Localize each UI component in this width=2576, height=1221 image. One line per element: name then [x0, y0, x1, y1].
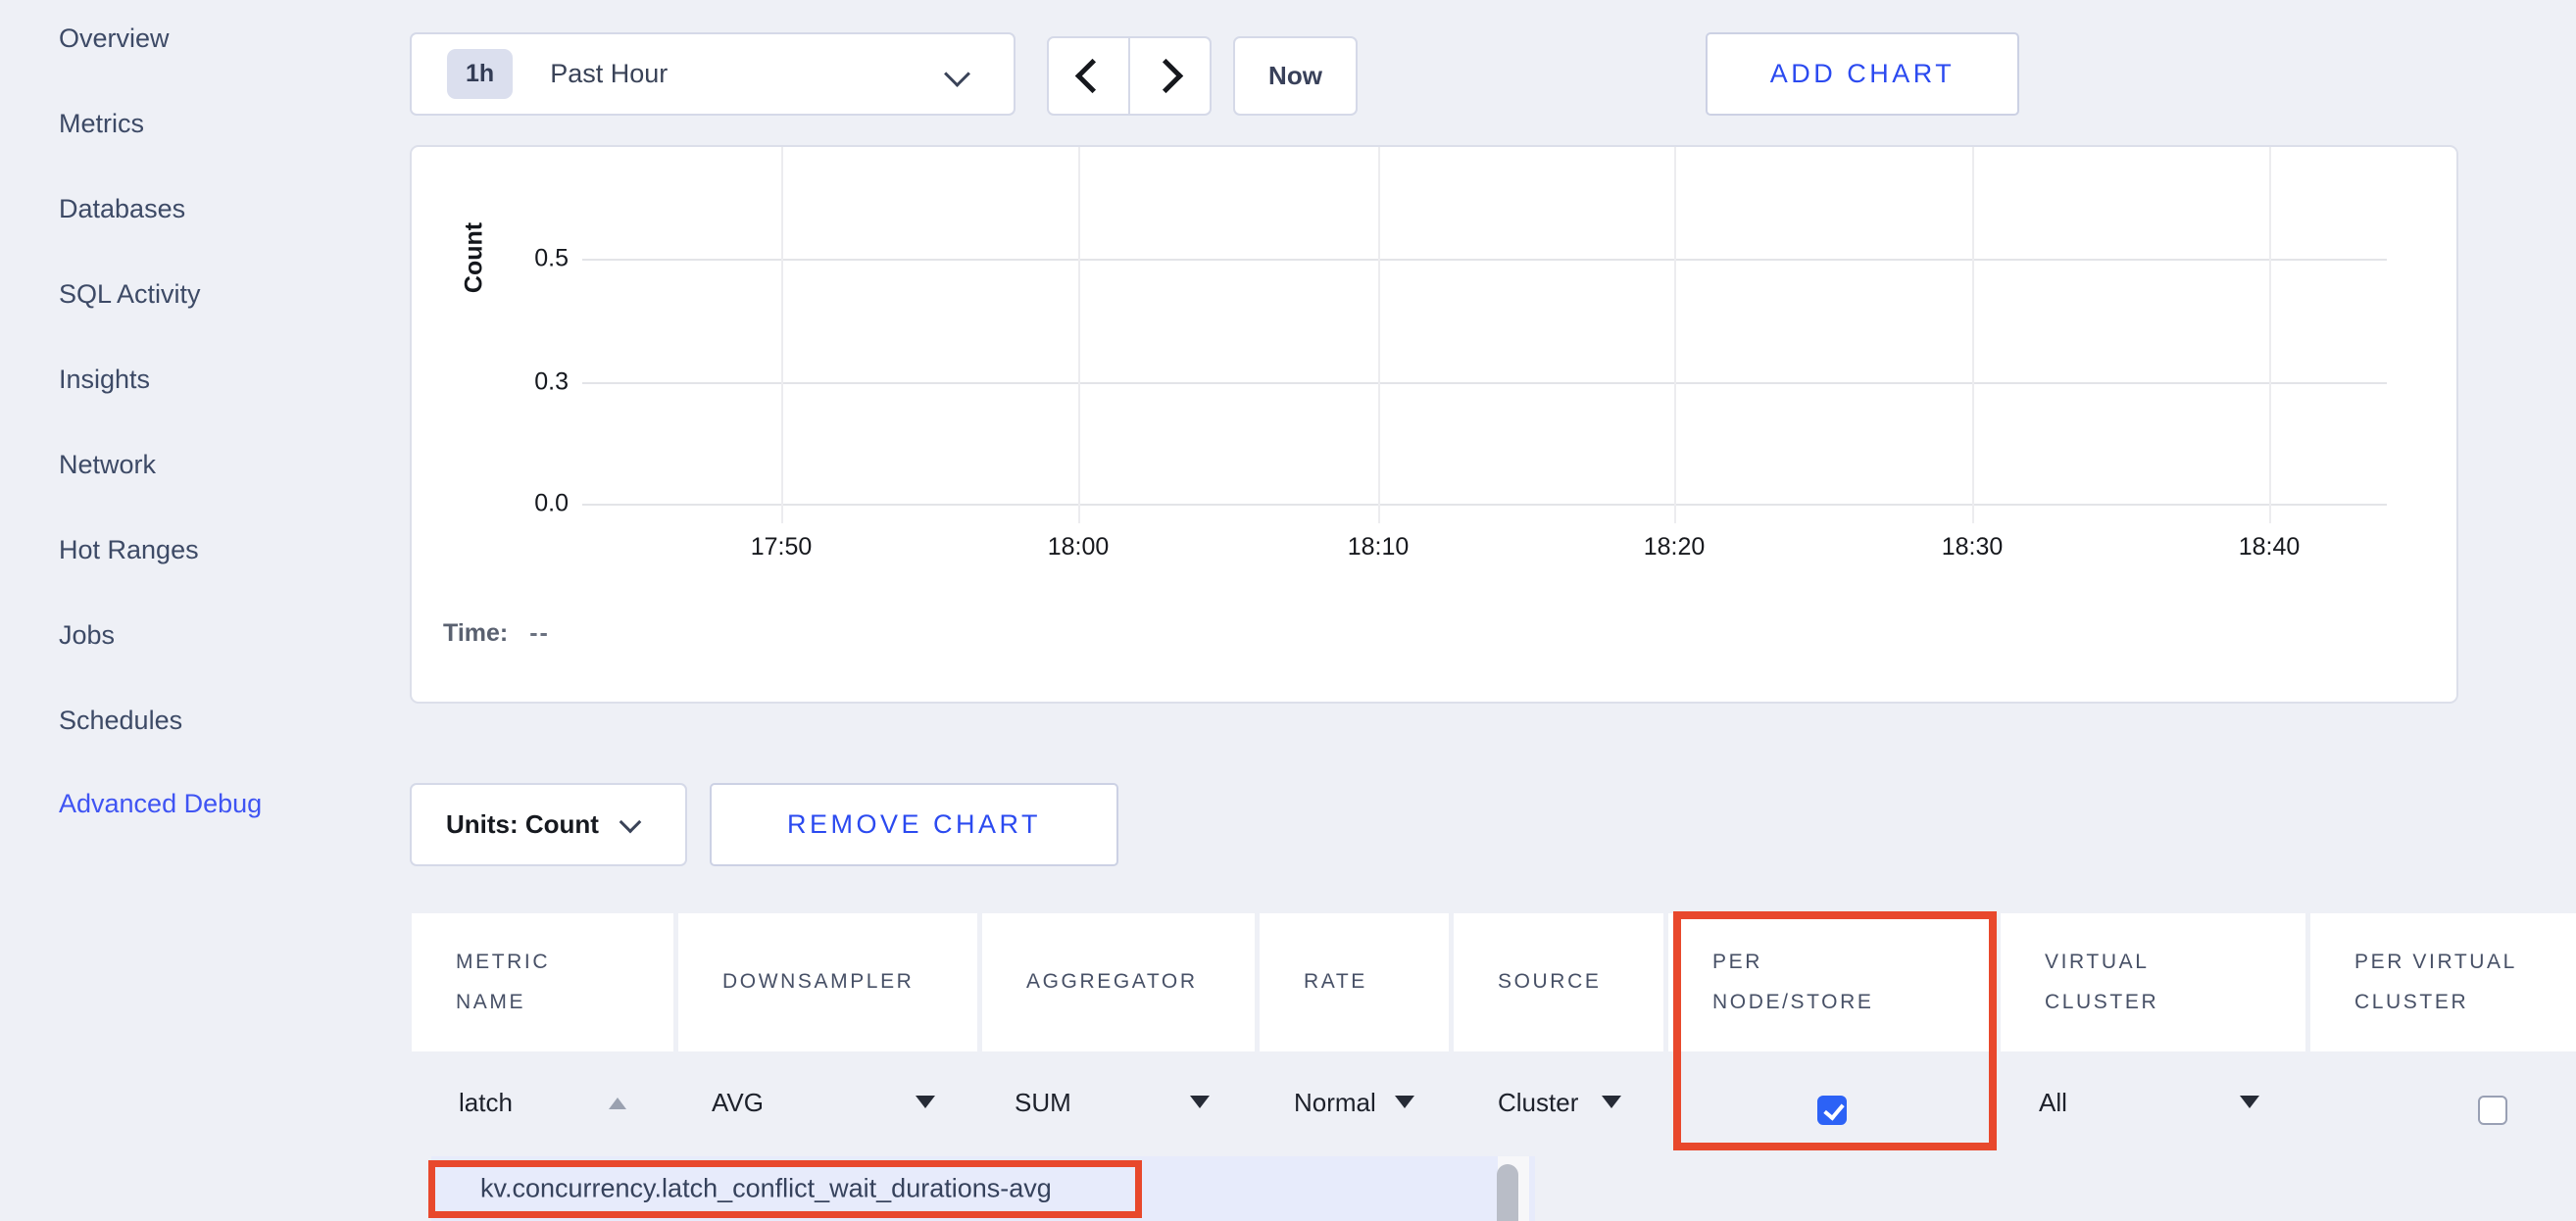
- y-tick-label: 0.3: [496, 368, 569, 397]
- rate-value: Normal: [1294, 1088, 1376, 1118]
- h-gridline: [582, 504, 2387, 506]
- per-node-store-checkbox[interactable]: [1817, 1096, 1847, 1125]
- now-button[interactable]: Now: [1233, 36, 1358, 116]
- units-dropdown[interactable]: Units: Count: [410, 783, 687, 866]
- hover-time-readout: Time: --: [443, 619, 550, 648]
- sidebar-item-schedules[interactable]: Schedules: [59, 706, 182, 736]
- caret-down-icon[interactable]: [1395, 1096, 1414, 1108]
- hover-time-label: Time:: [443, 619, 508, 647]
- dropdown-scrollbar-track[interactable]: [1498, 1156, 1529, 1221]
- chevron-right-icon: [1149, 59, 1183, 93]
- source-select[interactable]: Cluster: [1498, 1088, 1578, 1118]
- h-gridline: [582, 382, 2387, 384]
- y-tick-label: 0.0: [496, 490, 569, 518]
- y-tick-label: 0.5: [496, 245, 569, 273]
- remove-chart-button[interactable]: REMOVE CHART: [710, 783, 1118, 866]
- chevron-down-icon: [944, 61, 970, 87]
- metric-name-combobox[interactable]: latch: [459, 1088, 513, 1118]
- x-tick-label: 18:00: [1048, 533, 1110, 562]
- caret-up-icon[interactable]: [609, 1098, 626, 1109]
- x-tick-label: 18:30: [1942, 533, 2004, 562]
- caret-down-icon[interactable]: [1190, 1096, 1210, 1108]
- v-gridline: [1378, 147, 1380, 523]
- x-tick-label: 18:20: [1644, 533, 1706, 562]
- sidebar-item-metrics[interactable]: Metrics: [59, 109, 144, 139]
- sidebar-item-databases[interactable]: Databases: [59, 194, 185, 224]
- metric-name-value: latch: [459, 1088, 513, 1118]
- virtual-cluster-select[interactable]: All: [2039, 1088, 2067, 1118]
- col-header-source: SOURCE: [1454, 913, 1663, 1051]
- aggregator-value: SUM: [1015, 1088, 1071, 1118]
- next-time-window-button[interactable]: [1128, 36, 1212, 116]
- aggregator-select[interactable]: SUM: [1015, 1088, 1071, 1118]
- metric-suggestion-dropdown: kv.concurrency.latch_conflict_wait_durat…: [431, 1156, 1535, 1221]
- sidebar-item-insights[interactable]: Insights: [59, 365, 150, 395]
- add-chart-button[interactable]: ADD CHART: [1706, 32, 2019, 116]
- per-virtual-cluster-checkbox[interactable]: [2478, 1096, 2507, 1125]
- col-header-rate: RATE: [1260, 913, 1449, 1051]
- x-tick-label: 17:50: [751, 533, 813, 562]
- dropdown-scrollbar-thumb[interactable]: [1497, 1164, 1518, 1221]
- chevron-down-icon: [619, 810, 642, 833]
- sidebar-item-jobs[interactable]: Jobs: [59, 620, 115, 651]
- rate-select[interactable]: Normal: [1294, 1088, 1376, 1118]
- source-value: Cluster: [1498, 1088, 1578, 1118]
- col-header-per-node-store: PER NODE/STORE: [1668, 913, 1996, 1051]
- advanced-debug-custom-chart-page: Overview Metrics Databases SQL Activity …: [0, 0, 2576, 1221]
- sidebar-item-sql-activity[interactable]: SQL Activity: [59, 279, 201, 310]
- sidebar-item-network[interactable]: Network: [59, 450, 156, 480]
- col-header-per-virtual-cluster: PER VIRTUAL CLUSTER: [2310, 913, 2576, 1051]
- col-header-aggregator: AGGREGATOR: [982, 913, 1255, 1051]
- previous-time-window-button[interactable]: [1047, 36, 1130, 116]
- y-axis-label: Count: [461, 222, 489, 293]
- chevron-left-icon: [1075, 59, 1110, 93]
- x-tick-label: 18:10: [1348, 533, 1410, 562]
- col-header-downsampler: DOWNSAMPLER: [678, 913, 977, 1051]
- v-gridline: [1674, 147, 1676, 523]
- downsampler-value: AVG: [712, 1088, 764, 1118]
- time-range-selector[interactable]: 1h Past Hour: [410, 32, 1016, 116]
- custom-chart-panel[interactable]: Count 0.5 0.3 0.0 17:50 18:00 18:10 18:2…: [410, 145, 2458, 704]
- virtual-cluster-value: All: [2039, 1088, 2067, 1118]
- caret-down-icon[interactable]: [916, 1096, 935, 1108]
- time-range-label: Past Hour: [550, 59, 668, 89]
- sidebar-item-advanced-debug[interactable]: Advanced Debug: [59, 789, 262, 819]
- v-gridline: [1972, 147, 1974, 523]
- metric-suggestion-item[interactable]: kv.concurrency.latch_conflict_wait_durat…: [480, 1174, 1052, 1204]
- h-gridline: [582, 259, 2387, 261]
- col-header-virtual-cluster: VIRTUAL CLUSTER: [2001, 913, 2305, 1051]
- caret-down-icon[interactable]: [2240, 1096, 2259, 1108]
- v-gridline: [781, 147, 783, 523]
- v-gridline: [1078, 147, 1080, 523]
- time-window-pager: [1047, 36, 1212, 116]
- sidebar-item-overview[interactable]: Overview: [59, 24, 170, 54]
- x-tick-label: 18:40: [2239, 533, 2301, 562]
- units-dropdown-label: Units: Count: [446, 809, 599, 840]
- col-header-metric-name: METRIC NAME: [412, 913, 673, 1051]
- downsampler-select[interactable]: AVG: [712, 1088, 764, 1118]
- caret-down-icon[interactable]: [1602, 1096, 1621, 1108]
- sidebar-item-hot-ranges[interactable]: Hot Ranges: [59, 535, 199, 565]
- time-range-badge: 1h: [447, 49, 513, 99]
- v-gridline: [2269, 147, 2271, 523]
- hover-time-value: --: [529, 619, 550, 647]
